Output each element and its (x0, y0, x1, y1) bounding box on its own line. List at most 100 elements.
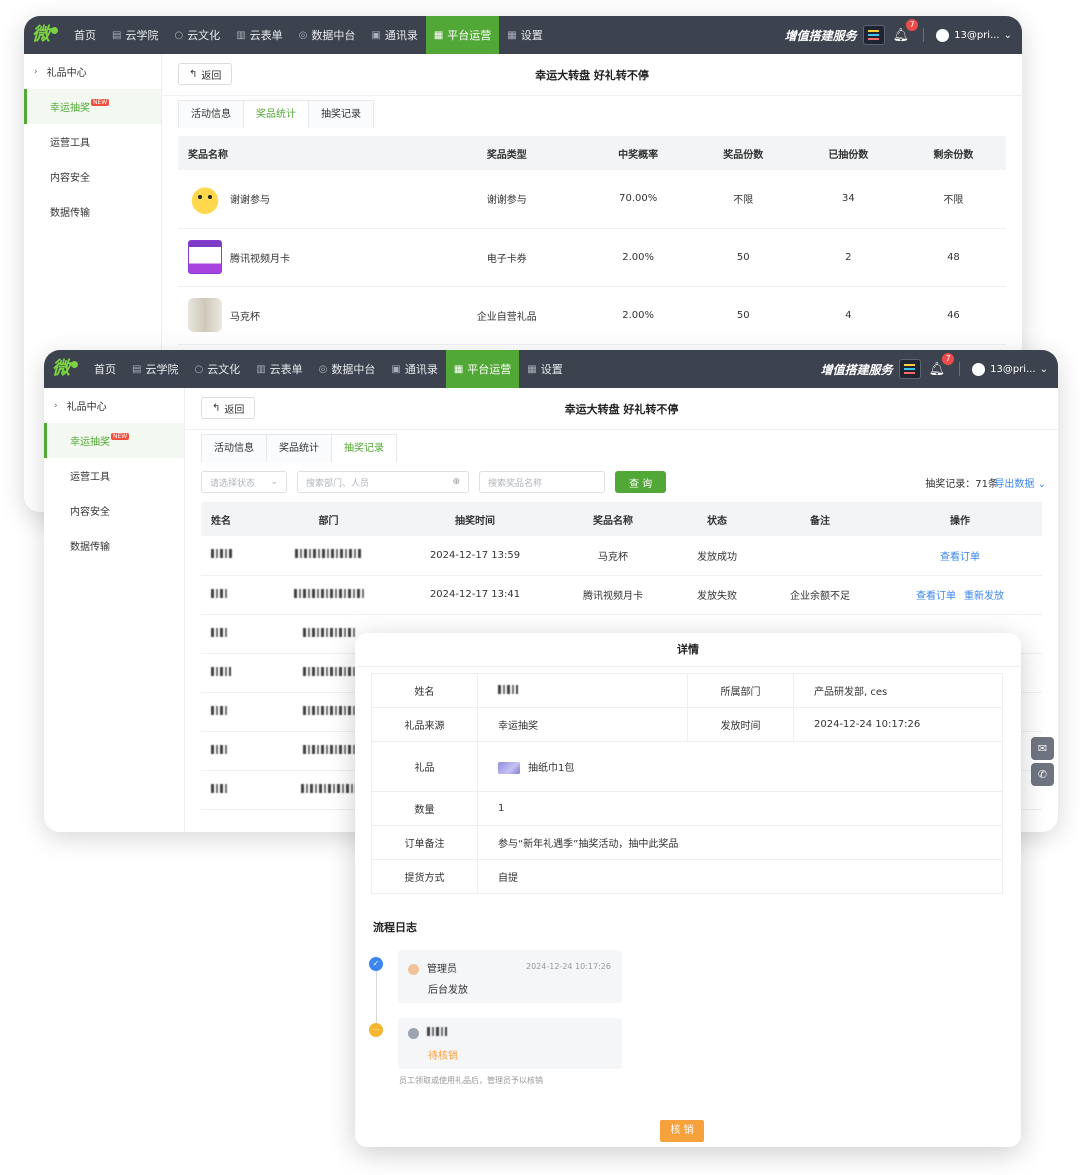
chevron-right-icon: › (54, 400, 58, 411)
column-header: 备注 (762, 502, 878, 536)
tab-prize-stats[interactable]: 奖品统计 (243, 100, 309, 128)
sidebar-item-content-security[interactable]: 内容安全 (24, 159, 161, 194)
nav-data-center[interactable]: ◎ 数据中台 (291, 16, 364, 54)
tab-activity-info[interactable]: 活动信息 (178, 100, 244, 128)
chevron-right-icon: › (34, 66, 38, 77)
nav-contacts[interactable]: ▣ 通讯录 (363, 16, 425, 54)
blurred-dept (302, 627, 355, 637)
contacts-icon: ▣ (391, 363, 401, 375)
tab-prize-stats[interactable]: 奖品统计 (266, 434, 332, 462)
column-header: 奖品名称 (554, 502, 672, 536)
sidebar-item-gift-center[interactable]: › 礼品中心 (24, 54, 161, 89)
sidebar: › 礼品中心 幸运抽奖 NEW 运营工具 内容安全 数据传输 (44, 388, 185, 832)
gift-thumbnail (498, 762, 520, 774)
chat-bubble-icon[interactable]: ✉︎ (1031, 737, 1054, 760)
log-entry: 待核销 (398, 1018, 622, 1069)
academy-icon: ▤ (132, 363, 142, 375)
nav-platform-ops[interactable]: ▦ 平台运营 (425, 16, 500, 54)
blurred-name (427, 1027, 447, 1036)
notification-bell-icon[interactable]: 🔔︎ 7 (929, 352, 955, 377)
record-count: 抽奖记录：71条 (925, 478, 998, 490)
column-header: 操作 (878, 502, 1042, 536)
prize-thumbnail (188, 298, 222, 332)
sidebar-item-gift-center[interactable]: › 礼品中心 (44, 388, 184, 423)
verify-button[interactable]: 核 销 (660, 1120, 704, 1142)
blurred-name (211, 666, 231, 676)
value-added-service-icon[interactable] (898, 359, 921, 379)
nav-academy[interactable]: ▤ 云学院 (104, 16, 166, 54)
view-order-link[interactable]: 查看订单 (916, 591, 956, 602)
dept-person-search-input[interactable]: 搜索部门、人员 ⊕ (297, 471, 469, 493)
nav-culture[interactable]: ○ 云文化 (166, 16, 228, 54)
data-center-icon: ◎ (298, 29, 308, 41)
chevron-down-icon: ⌄ (270, 477, 278, 487)
sidebar-item-lucky-draw[interactable]: 幸运抽奖 NEW (44, 423, 184, 458)
column-header: 剩余份数 (900, 136, 1006, 170)
column-header: 已抽份数 (795, 136, 901, 170)
forms-icon: ▥ (236, 29, 246, 41)
query-button[interactable]: 查 询 (615, 471, 667, 493)
phone-icon[interactable]: ✆ (1031, 763, 1054, 786)
nav-home[interactable]: 首页 (66, 16, 104, 54)
nav-settings[interactable]: ▦ 设置 (519, 350, 570, 388)
value-added-service[interactable]: 增值搭建服务 (821, 361, 893, 378)
sidebar-item-data-transfer[interactable]: 数据传输 (44, 528, 184, 563)
nav-culture[interactable]: ○ 云文化 (186, 350, 248, 388)
back-button[interactable]: ↰ 返回 (178, 63, 233, 85)
tab-draw-records[interactable]: 抽奖记录 (308, 100, 374, 128)
export-data-button[interactable]: 导出数据 ⌄ (994, 475, 1046, 490)
sidebar-item-ops-tools[interactable]: 运营工具 (44, 458, 184, 493)
app-logo[interactable]: 微 (24, 16, 66, 54)
chevron-down-icon: ⌄ (1039, 363, 1048, 375)
nav-forms[interactable]: ▥ 云表单 (248, 350, 310, 388)
tab-activity-info[interactable]: 活动信息 (201, 434, 267, 462)
table-row: 2024-12-17 13:41 腾讯视频月卡 发放失败 企业余额不足 查看订单… (201, 575, 1042, 615)
notification-badge: 7 (942, 352, 955, 365)
log-entry: 管理员 2024-12-24 10:17:26 后台发放 (398, 950, 622, 1003)
sidebar-item-lucky-draw[interactable]: 幸运抽奖 NEW (24, 89, 161, 124)
nav-academy[interactable]: ▤ 云学院 (124, 350, 186, 388)
add-circle-icon[interactable]: ⊕ (452, 477, 460, 487)
notification-bell-icon[interactable]: 🔔︎ 7 (893, 18, 919, 43)
status-select[interactable]: 请选择状态 ⌄ (201, 471, 287, 493)
chevron-down-icon: ⌄ (1037, 478, 1046, 490)
main-nav: 首页 ▤ 云学院 ○ 云文化 ▥ 云表单 ◎ 数据中台 ▣ 通讯录 ▦ 平台运营 ▦ 设置 (66, 16, 551, 54)
reissue-link[interactable]: 重新发放 (964, 591, 1004, 602)
nav-platform-ops[interactable]: ▦ 平台运营 (445, 350, 520, 388)
nav-settings[interactable]: ▦ 设置 (499, 16, 550, 54)
prize-stats-table: 奖品名称 奖品类型 中奖概率 奖品份数 已抽份数 剩余份数 谢谢参与 谢谢参与 … (178, 136, 1006, 345)
nav-forms[interactable]: ▥ 云表单 (228, 16, 290, 54)
admin-avatar-icon (408, 963, 419, 975)
table-row: 2024-12-17 13:59 马克杯 发放成功 查看订单 (201, 536, 1042, 576)
new-badge: NEW (111, 433, 130, 440)
user-menu[interactable]: 13@pri... ⌄ (936, 28, 1012, 42)
sidebar-item-data-transfer[interactable]: 数据传输 (24, 194, 161, 229)
forms-icon: ▥ (256, 363, 266, 375)
blurred-name (498, 684, 518, 694)
notification-badge: 7 (906, 18, 919, 31)
view-order-link[interactable]: 查看订单 (940, 552, 980, 563)
avatar (972, 362, 986, 376)
nav-home[interactable]: 首页 (86, 350, 124, 388)
tab-draw-records[interactable]: 抽奖记录 (331, 434, 397, 462)
table-row: 腾讯视频月卡 电子卡券 2.00% 50 2 48 (178, 228, 1006, 287)
nav-data-center[interactable]: ◎ 数据中台 (311, 350, 384, 388)
value-added-service[interactable]: 增值搭建服务 (785, 27, 857, 44)
sidebar-item-content-security[interactable]: 内容安全 (44, 493, 184, 528)
nav-contacts[interactable]: ▣ 通讯录 (383, 350, 445, 388)
user-menu[interactable]: 13@pri... ⌄ (972, 362, 1048, 376)
prize-name-search-input[interactable]: 搜索奖品名称 (479, 471, 605, 493)
blurred-dept (300, 783, 357, 793)
sidebar-item-ops-tools[interactable]: 运营工具 (24, 124, 161, 159)
column-header: 中奖概率 (585, 136, 691, 170)
table-row: 谢谢参与 谢谢参与 70.00% 不限 34 不限 (178, 170, 1006, 229)
page-title: 幸运大转盘 好礼转不停 (564, 402, 679, 416)
back-arrow-icon: ↰ (212, 402, 221, 414)
back-button[interactable]: ↰ 返回 (201, 397, 256, 419)
verify-hint: 员工领取或使用礼品后，管理员予以核销 (399, 1076, 543, 1085)
blurred-dept (302, 666, 355, 676)
app-logo[interactable]: 微 (44, 350, 86, 388)
culture-icon: ○ (194, 363, 204, 375)
page-title: 幸运大转盘 好礼转不停 (535, 68, 649, 82)
value-added-service-icon[interactable] (862, 25, 885, 45)
